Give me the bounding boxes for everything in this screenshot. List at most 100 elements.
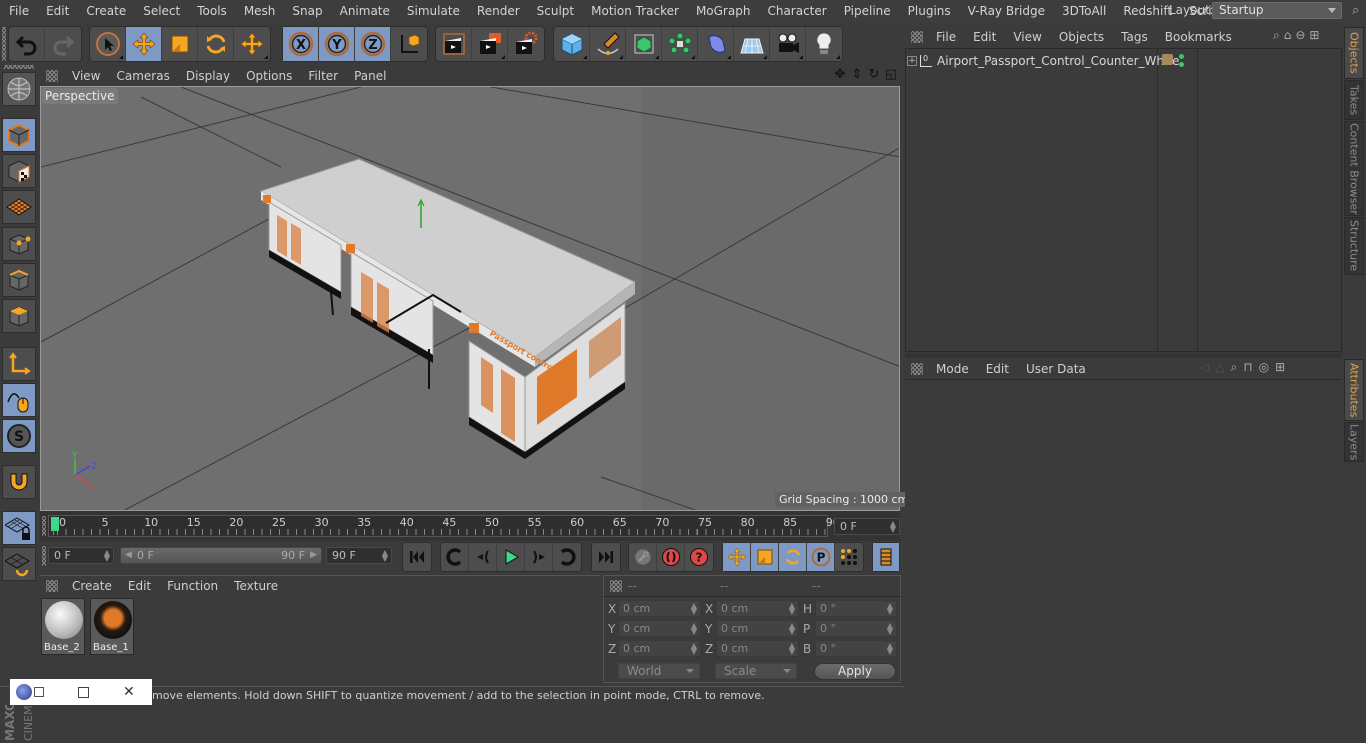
tab-layers[interactable]: Layers xyxy=(1344,422,1364,462)
viewport-menu-display[interactable]: Display xyxy=(178,69,238,83)
tab-attributes[interactable]: Attributes xyxy=(1344,359,1364,421)
panel-splitter[interactable] xyxy=(905,353,1342,358)
column-divider[interactable] xyxy=(1197,48,1198,352)
restore-icon[interactable] xyxy=(34,687,44,697)
key-parameter-button[interactable]: P xyxy=(807,543,835,571)
recent-tool-button[interactable] xyxy=(234,27,270,61)
enable-axis-button[interactable] xyxy=(2,347,36,381)
menu-character[interactable]: Character xyxy=(758,0,834,22)
coordinate-system-button[interactable] xyxy=(391,27,427,61)
material-menu-edit[interactable]: Edit xyxy=(120,579,159,593)
search-icon[interactable]: ⌕ xyxy=(1352,3,1366,19)
redo-button[interactable] xyxy=(45,27,81,61)
editor-visibility-dot[interactable] xyxy=(1179,54,1184,59)
menu-file[interactable]: File xyxy=(0,0,37,22)
solo-button[interactable]: S xyxy=(2,419,36,453)
spinner-icon[interactable]: ▲ ▼ xyxy=(887,602,893,616)
key-rotation-button[interactable] xyxy=(779,543,807,571)
add-spline-button[interactable] xyxy=(590,27,626,61)
tweak-mode-button[interactable] xyxy=(2,383,36,417)
new-panel-icon[interactable]: ⊞ xyxy=(1275,360,1285,375)
up-icon[interactable]: △ xyxy=(1215,360,1224,375)
menu-plugins[interactable]: Plugins xyxy=(899,0,959,22)
go-to-end-button[interactable] xyxy=(592,543,620,571)
snap-button[interactable] xyxy=(2,465,36,499)
object-manager-grip[interactable] xyxy=(911,31,923,43)
om-menu-tags[interactable]: Tags xyxy=(1112,30,1156,44)
material-menu-texture[interactable]: Texture xyxy=(226,579,286,593)
object-row[interactable]: + 0 Airport_Passport_Control_Counter_Whi… xyxy=(907,52,1179,70)
menu-create[interactable]: Create xyxy=(77,0,134,22)
key-pla-button[interactable] xyxy=(835,543,863,571)
search-icon[interactable]: ⌕ xyxy=(1230,360,1237,375)
menu-snap[interactable]: Snap xyxy=(283,0,330,22)
keyframe-selection-button[interactable]: ? xyxy=(685,543,713,571)
material-grip[interactable] xyxy=(46,579,58,592)
back-icon[interactable]: ◁ xyxy=(1200,360,1209,375)
viewport-grip[interactable] xyxy=(46,69,58,82)
next-frame-button[interactable] xyxy=(525,543,553,571)
autokey-button[interactable] xyxy=(657,543,685,571)
range-right-arrow-icon[interactable]: ▶ xyxy=(310,548,317,563)
menu-simulate[interactable]: Simulate xyxy=(398,0,468,22)
am-menu-edit[interactable]: Edit xyxy=(977,362,1017,376)
pan-icon[interactable]: ✥ xyxy=(833,67,847,82)
end-frame-field[interactable]: 90 F ▲ ▼ xyxy=(326,547,392,564)
layout-select[interactable]: Startup xyxy=(1212,2,1342,19)
am-menu-user-data[interactable]: User Data xyxy=(1017,362,1094,376)
tab-content-browser[interactable]: Content Browser xyxy=(1344,121,1364,216)
rotation-h-field[interactable]: 0 ° ▲ ▼ xyxy=(815,600,897,617)
lock-icon[interactable]: ⊓ xyxy=(1243,360,1252,375)
key-scale-button[interactable] xyxy=(751,543,779,571)
position-x-field[interactable]: 0 cm ▲ ▼ xyxy=(618,600,701,617)
spinner-icon[interactable]: ▲ ▼ xyxy=(789,642,795,656)
om-menu-view[interactable]: View xyxy=(1004,30,1049,44)
menu-vray-bridge[interactable]: V-Ray Bridge xyxy=(959,0,1053,22)
om-menu-objects[interactable]: Objects xyxy=(1050,30,1112,44)
menu-motion-tracker[interactable]: Motion Tracker xyxy=(582,0,687,22)
add-camera-button[interactable] xyxy=(770,27,806,61)
menu-pipeline[interactable]: Pipeline xyxy=(835,0,899,22)
workplane-align-button[interactable] xyxy=(2,547,36,581)
coordinates-grip[interactable] xyxy=(610,580,622,592)
om-menu-edit[interactable]: Edit xyxy=(964,30,1004,44)
go-to-start-button[interactable] xyxy=(403,543,431,571)
rotation-p-field[interactable]: 0 ° ▲ ▼ xyxy=(815,620,897,637)
workplane-mode-button[interactable] xyxy=(2,190,36,224)
workplane-lock-button[interactable] xyxy=(2,511,36,545)
spinner-icon[interactable]: ▲ ▼ xyxy=(789,622,795,636)
spinner-icon[interactable]: ▲ ▼ xyxy=(382,549,388,563)
add-cloner-button[interactable] xyxy=(662,27,698,61)
spinner-icon[interactable]: ▲ ▼ xyxy=(887,642,893,656)
range-left-arrow-icon[interactable]: ◀ xyxy=(125,548,132,563)
spinner-icon[interactable]: ▲ ▼ xyxy=(890,520,896,534)
menu-animate[interactable]: Animate xyxy=(331,0,398,22)
record-keys-button[interactable] xyxy=(629,543,657,571)
model-mode-button[interactable] xyxy=(2,118,36,152)
menu-select[interactable]: Select xyxy=(134,0,188,22)
current-frame-field[interactable]: 0 F ▲ ▼ xyxy=(834,518,900,535)
menu-tools[interactable]: Tools xyxy=(188,0,235,22)
render-to-picture-viewer-button[interactable] xyxy=(472,27,508,61)
viewport-menu-options[interactable]: Options xyxy=(238,69,300,83)
om-menu-file[interactable]: File xyxy=(927,30,964,44)
add-floor-button[interactable] xyxy=(734,27,770,61)
frame-range-slider[interactable]: ◀ 0 F 90 F ▶ xyxy=(120,547,322,564)
layer-color-swatch[interactable] xyxy=(1162,54,1173,65)
add-cube-button[interactable] xyxy=(554,27,590,61)
tab-structure[interactable]: Structure xyxy=(1344,217,1364,275)
material-menu-function[interactable]: Function xyxy=(159,579,226,593)
x-axis-lock-button[interactable]: X xyxy=(283,27,319,61)
orbit-icon[interactable]: ↻ xyxy=(867,67,881,82)
toolbar-grip[interactable] xyxy=(2,27,6,61)
coordinate-mode-select[interactable]: World xyxy=(618,663,700,679)
rotate-tool-button[interactable] xyxy=(198,27,234,61)
previous-key-button[interactable] xyxy=(441,543,469,571)
viewport-menu-filter[interactable]: Filter xyxy=(300,69,346,83)
menu-edit[interactable]: Edit xyxy=(37,0,77,22)
size-x-field[interactable]: 0 cm ▲ ▼ xyxy=(716,600,799,617)
polygons-mode-button[interactable] xyxy=(2,299,36,333)
render-visibility-dot[interactable] xyxy=(1179,62,1184,67)
tab-takes[interactable]: Takes xyxy=(1344,80,1364,120)
viewport-menu-view[interactable]: View xyxy=(64,69,108,83)
